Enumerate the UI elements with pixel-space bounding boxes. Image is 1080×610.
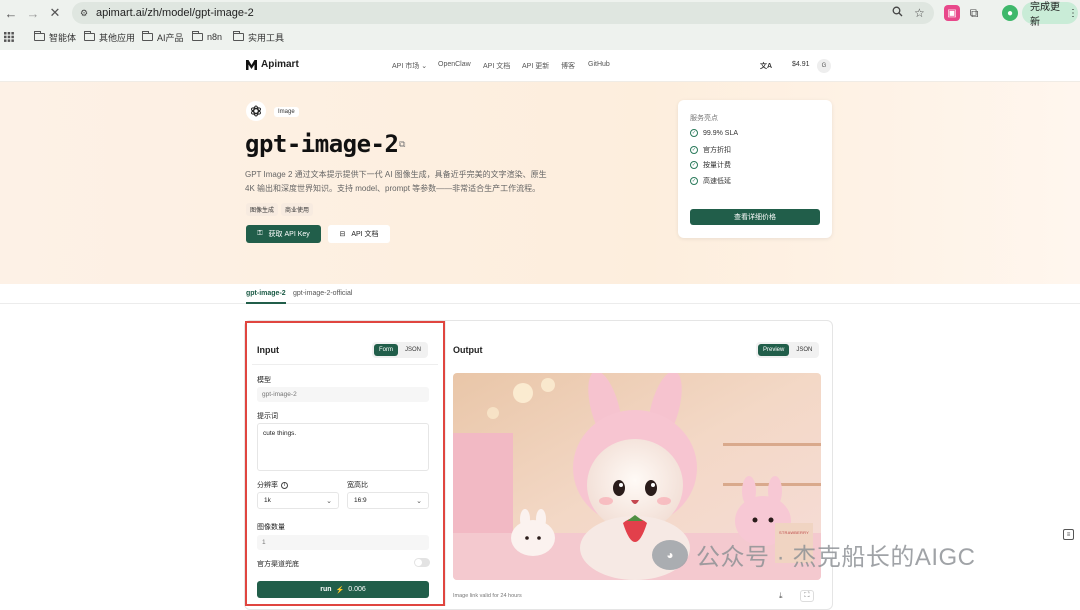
watermark: ◕ 公众号 · 杰克船长的AIGC [652, 537, 976, 572]
feature-label: 按量计费 [703, 162, 731, 169]
key-icon: ⚿ [257, 230, 263, 237]
update-label: 完成更新 [1030, 2, 1060, 28]
bookmark-label: AI产品 [157, 32, 184, 43]
extensions-puzzle-icon[interactable]: ⧉ [966, 5, 982, 21]
bookmark-label: n8n [207, 32, 223, 42]
check-circle-icon: ✓ [690, 161, 698, 169]
output-title: Output [453, 345, 483, 355]
zoom-icon[interactable] [892, 6, 903, 20]
site-info-icon[interactable]: ⚙ [80, 8, 88, 19]
check-circle-icon: ✓ [690, 177, 698, 185]
tag-chip: 商业使用 [281, 203, 314, 216]
folder-icon [233, 31, 244, 41]
description-line: GPT Image 2 通过文本提示提供下一代 AI 图像生成，具备近乎完美的文… [245, 170, 547, 179]
book-icon: ⊟ [339, 231, 346, 238]
button-label: 获取 API Key [268, 231, 310, 238]
page-title: gpt-image-2 [245, 130, 399, 158]
service-highlights-card: 服务亮点 ✓ 99.9% SLA ✓ 官方折扣 ✓ 按量计费 ✓ 高速低延 查看详细价格 [678, 100, 832, 238]
feature-label: 官方折扣 [703, 147, 731, 154]
feedback-icon[interactable]: ≡ [1063, 529, 1074, 540]
nav-api-updates[interactable]: API 更新 [522, 61, 549, 71]
feature-label: 高速低延 [703, 178, 731, 185]
description-line: 4K 输出和深度世界知识。支持 model、prompt 等参数——非常适合生产… [245, 184, 541, 193]
hero-section: Image gpt-image-2 ⧉ GPT Image 2 通过文本提示提供… [0, 82, 1080, 284]
api-docs-button[interactable]: ⊟ API 文档 [328, 225, 390, 243]
bookmark-star-icon[interactable]: ☆ [914, 6, 925, 20]
language-icon[interactable]: 文A [760, 61, 772, 71]
update-button[interactable]: 完成更新 ⋮ [1022, 2, 1078, 28]
site-header: Apimart API 市场 ⌄ OpenClaw API 文档 API 更新 … [0, 50, 1080, 82]
input-highlight-box [245, 321, 445, 606]
feature-item: ✓ 高速低延 [690, 176, 731, 186]
json-mode-button[interactable]: JSON [791, 344, 817, 356]
bookmark-folder[interactable]: 其他应用 [84, 26, 135, 48]
folder-icon [192, 31, 203, 41]
model-description: GPT Image 2 通过文本提示提供下一代 AI 图像生成，具备近乎完美的文… [245, 168, 547, 196]
card-heading: 服务亮点 [690, 115, 718, 122]
profile-icon[interactable]: ● [1002, 5, 1018, 21]
bookmark-label: 实用工具 [248, 32, 285, 43]
feature-item: ✓ 99.9% SLA [690, 129, 738, 137]
brand-name: Apimart [261, 59, 299, 70]
model-tabs: gpt-image-2 gpt-image-2-official [0, 284, 1080, 304]
button-label: API 文档 [351, 231, 379, 238]
fullscreen-icon[interactable]: ⛶ [800, 590, 814, 602]
check-circle-icon: ✓ [690, 146, 698, 154]
nav-openclaw[interactable]: OpenClaw [438, 61, 471, 68]
copy-icon[interactable]: ⧉ [399, 139, 405, 150]
feature-label: 99.9% SLA [703, 129, 739, 137]
bookmark-folder[interactable]: n8n [192, 26, 222, 48]
folder-icon [84, 31, 95, 41]
browser-toolbar: ← → ✕ ⚙ apimart.ai/zh/model/gpt-image-2 … [0, 0, 1080, 28]
feature-item: ✓ 官方折扣 [690, 145, 731, 155]
bookmark-folder[interactable]: AI产品 [142, 26, 184, 48]
chevron-down-icon: ⌄ [421, 63, 428, 70]
nav-label: API 市场 [392, 63, 420, 70]
preview-mode-button[interactable]: Preview [758, 344, 790, 356]
bookmark-folder[interactable]: 实用工具 [233, 26, 284, 48]
tag-chip: 图像生成 [246, 203, 279, 216]
output-mode-toggle: Preview JSON [756, 342, 820, 358]
link-valid-note: Image link valid for 24 hours [453, 593, 522, 599]
divider [445, 321, 446, 606]
category-badge: Image [274, 107, 299, 117]
nav-api-docs[interactable]: API 文档 [483, 61, 510, 71]
avatar[interactable]: G [817, 59, 831, 73]
get-api-key-button[interactable]: ⚿ 获取 API Key [246, 225, 321, 243]
folder-icon [142, 31, 153, 41]
balance: $4.91 [792, 61, 810, 68]
apps-grid-icon[interactable] [4, 26, 14, 48]
nav-github[interactable]: GitHub [588, 61, 610, 68]
url-text: apimart.ai/zh/model/gpt-image-2 [96, 7, 254, 19]
image-sign-text: STRAWBERRY [779, 530, 810, 535]
back-icon[interactable]: ← [2, 4, 20, 22]
address-bar[interactable]: ⚙ apimart.ai/zh/model/gpt-image-2 ☆ [72, 2, 934, 24]
browser-chrome: ← → ✕ ⚙ apimart.ai/zh/model/gpt-image-2 … [0, 0, 1080, 50]
tab-gpt-image-2-official[interactable]: gpt-image-2-official [293, 290, 352, 297]
stop-icon[interactable]: ✕ [46, 4, 64, 22]
nav-api-market[interactable]: API 市场 ⌄ [392, 61, 427, 71]
openai-logo-icon [246, 101, 266, 121]
check-circle-icon: ✓ [690, 129, 698, 137]
apimart-logo-icon [246, 59, 257, 70]
tab-gpt-image-2[interactable]: gpt-image-2 [246, 290, 286, 304]
more-menu-icon[interactable]: ⋮ [1068, 8, 1078, 19]
bookmark-folder[interactable]: 智能体 [34, 26, 76, 48]
extension-icon[interactable]: ▣ [944, 5, 960, 21]
wechat-icon: ◕ [652, 539, 688, 570]
view-pricing-button[interactable]: 查看详细价格 [690, 209, 820, 225]
feature-item: ✓ 按量计费 [690, 160, 731, 170]
forward-icon[interactable]: → [24, 4, 42, 22]
watermark-text: 公众号 · 杰克船长的AIGC [696, 544, 976, 571]
bookmark-label: 智能体 [49, 32, 77, 43]
folder-icon [34, 31, 45, 41]
brand-logo[interactable]: Apimart [246, 59, 299, 70]
nav-blog[interactable]: 博客 [561, 61, 575, 71]
bookmark-label: 其他应用 [99, 32, 136, 43]
